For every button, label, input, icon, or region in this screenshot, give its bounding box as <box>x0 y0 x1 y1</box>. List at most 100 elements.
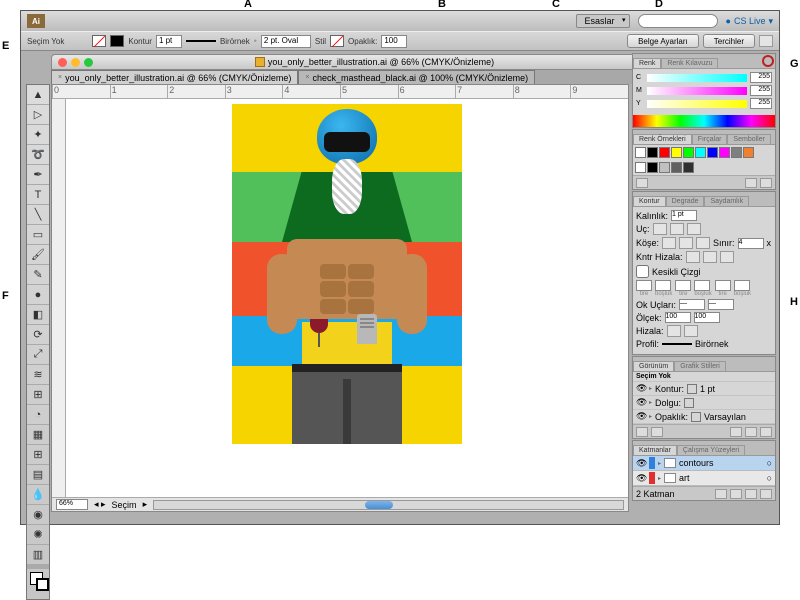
stroke-weight-input[interactable]: 1 pt <box>156 35 182 48</box>
miter-limit-field[interactable]: 4 <box>738 238 764 249</box>
swatch[interactable] <box>683 162 694 173</box>
locate-layer-icon[interactable] <box>715 489 727 499</box>
fill-stroke-control[interactable] <box>27 569 49 599</box>
canvas[interactable] <box>66 99 628 497</box>
dash-field[interactable] <box>655 280 671 291</box>
tab-color[interactable]: Renk <box>633 58 661 68</box>
tab-artboards[interactable]: Çalışma Yüzeyleri <box>677 445 745 455</box>
appearance-row[interactable]: 👁▸Dolgu: <box>633 396 775 410</box>
stroke-weight-field[interactable]: 1 pt <box>671 210 697 221</box>
swatch[interactable] <box>671 162 682 173</box>
scale-tool[interactable]: ⤢ <box>27 345 49 365</box>
align-center-icon[interactable] <box>686 251 700 263</box>
swatch[interactable] <box>719 147 730 158</box>
pen-tool[interactable]: ✒ <box>27 165 49 185</box>
arrow-place2-icon[interactable] <box>684 325 698 337</box>
join-miter-icon[interactable] <box>662 237 676 249</box>
shape-builder-tool[interactable]: ◔ <box>27 405 49 425</box>
tab-appearance[interactable]: Görünüm <box>633 361 674 371</box>
arrow-scale2-field[interactable]: 100 <box>694 312 720 323</box>
swatch[interactable] <box>731 147 742 158</box>
search-input[interactable] <box>638 14 718 28</box>
width-tool[interactable]: ≋ <box>27 365 49 385</box>
tab-layers[interactable]: Katmanlar <box>633 445 677 455</box>
swatch-library-icon[interactable] <box>636 178 648 188</box>
tab-swatches[interactable]: Renk Örnekleri <box>633 134 692 144</box>
gradient-tool[interactable]: ▤ <box>27 465 49 485</box>
rectangle-tool[interactable]: ▭ <box>27 225 49 245</box>
layer-visibility-icon[interactable]: 👁 <box>636 458 646 469</box>
lasso-tool[interactable]: ➰ <box>27 145 49 165</box>
eraser-tool[interactable]: ◧ <box>27 305 49 325</box>
dash-field[interactable] <box>636 280 652 291</box>
appearance-row[interactable]: 👁▸Opaklık:Varsayılan <box>633 410 775 424</box>
blend-tool[interactable]: ◉ <box>27 505 49 525</box>
preferences-button[interactable]: Tercihler <box>703 34 755 48</box>
tab-color-guide[interactable]: Renk Kılavuzu <box>661 58 718 68</box>
swatch[interactable] <box>743 147 754 158</box>
graph-tool[interactable]: ▥ <box>27 545 49 565</box>
visibility-icon[interactable]: 👁 <box>636 383 646 394</box>
arrow-place1-icon[interactable] <box>667 325 681 337</box>
collapse-panels-icon[interactable] <box>762 55 774 67</box>
arrow-start-field[interactable]: — <box>679 299 705 310</box>
visibility-icon[interactable]: 👁 <box>636 411 646 422</box>
document-tab[interactable]: × you_only_better_illustration.ai @ 66% … <box>51 70 298 84</box>
tab-transparency[interactable]: Saydamlık <box>704 196 749 206</box>
delete-icon[interactable] <box>760 427 772 437</box>
visibility-icon[interactable]: 👁 <box>636 397 646 408</box>
zoom-input[interactable]: 66% <box>56 499 88 510</box>
arrow-end-field[interactable]: — <box>708 299 734 310</box>
horizontal-ruler[interactable]: 0123456789 <box>52 85 628 99</box>
new-sublayer-icon[interactable] <box>730 489 742 499</box>
cap-square-icon[interactable] <box>687 223 701 235</box>
layer-name[interactable]: contours <box>679 458 714 468</box>
swatch[interactable] <box>707 147 718 158</box>
blob-brush-tool[interactable]: ● <box>27 285 49 305</box>
layer-visibility-icon[interactable]: 👁 <box>636 473 646 484</box>
appearance-row[interactable]: 👁▸Kontur:1 pt <box>633 382 775 396</box>
layer-row[interactable]: 👁▸art○ <box>633 471 775 486</box>
document-tab[interactable]: × check_masthead_black.ai @ 100% (CMYK/Ö… <box>298 70 535 84</box>
arrow-scale1-field[interactable]: 100 <box>665 312 691 323</box>
dashed-line-checkbox[interactable] <box>636 265 649 278</box>
fill-swatch[interactable] <box>92 35 106 47</box>
color-slider[interactable] <box>647 74 747 82</box>
vertical-ruler[interactable] <box>52 99 66 497</box>
tab-symbols[interactable]: Semboller <box>727 134 771 144</box>
selection-tool[interactable]: ▲ <box>27 85 49 105</box>
tab-close-icon[interactable]: × <box>58 74 62 81</box>
swatch[interactable] <box>635 162 646 173</box>
cap-butt-icon[interactable] <box>653 223 667 235</box>
dash-field[interactable] <box>715 280 731 291</box>
new-stroke-icon[interactable] <box>651 427 663 437</box>
align-inside-icon[interactable] <box>703 251 717 263</box>
swatch[interactable] <box>683 147 694 158</box>
color-slider[interactable] <box>647 100 747 108</box>
layer-name[interactable]: art <box>679 473 690 483</box>
clear-icon[interactable] <box>745 427 757 437</box>
opacity-input[interactable]: 100 <box>381 35 407 48</box>
color-slider[interactable] <box>647 87 747 95</box>
paintbrush-tool[interactable]: 🖌 <box>27 245 49 265</box>
color-spectrum[interactable] <box>633 115 775 127</box>
layer-target-icon[interactable]: ○ <box>767 458 772 468</box>
symbol-sprayer-tool[interactable]: ✺ <box>27 525 49 545</box>
tab-close-icon[interactable]: × <box>305 74 309 81</box>
cslive-button[interactable]: CS Live ▾ <box>726 16 773 27</box>
swatch[interactable] <box>695 147 706 158</box>
layer-row[interactable]: 👁▸contours○ <box>633 456 775 471</box>
swatch[interactable] <box>659 147 670 158</box>
perspective-tool[interactable]: ▦ <box>27 425 49 445</box>
join-round-icon[interactable] <box>679 237 693 249</box>
style-swatch[interactable] <box>330 35 344 47</box>
brush-shape-input[interactable]: 2 pt. Oval <box>261 35 311 48</box>
delete-swatch-icon[interactable] <box>760 178 772 188</box>
line-tool[interactable]: ╲ <box>27 205 49 225</box>
brush-preview[interactable] <box>186 40 216 42</box>
new-fill-icon[interactable] <box>636 427 648 437</box>
swatch[interactable] <box>647 162 658 173</box>
delete-layer-icon[interactable] <box>760 489 772 499</box>
magic-wand-tool[interactable]: ✦ <box>27 125 49 145</box>
color-value-input[interactable]: 255 <box>750 85 772 96</box>
